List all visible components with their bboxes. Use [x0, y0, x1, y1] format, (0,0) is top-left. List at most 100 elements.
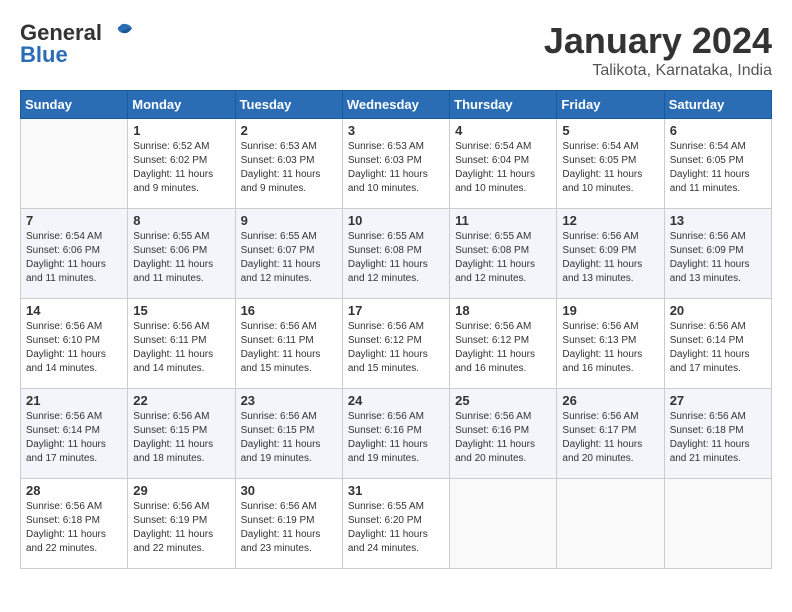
day-number: 20	[670, 303, 766, 318]
day-info: Sunrise: 6:55 AMSunset: 6:06 PMDaylight:…	[133, 230, 229, 286]
day-info: Sunrise: 6:56 AMSunset: 6:11 PMDaylight:…	[241, 320, 337, 376]
day-number: 1	[133, 123, 229, 138]
day-number: 3	[348, 123, 444, 138]
day-info: Sunrise: 6:55 AMSunset: 6:08 PMDaylight:…	[348, 230, 444, 286]
day-number: 13	[670, 213, 766, 228]
calendar-cell: 11Sunrise: 6:55 AMSunset: 6:08 PMDayligh…	[450, 209, 557, 299]
day-info: Sunrise: 6:54 AMSunset: 6:05 PMDaylight:…	[670, 140, 766, 196]
day-info: Sunrise: 6:56 AMSunset: 6:12 PMDaylight:…	[348, 320, 444, 376]
day-info: Sunrise: 6:54 AMSunset: 6:04 PMDaylight:…	[455, 140, 551, 196]
page-header: General Blue January 2024 Talikota, Karn…	[20, 20, 772, 80]
day-number: 12	[562, 213, 658, 228]
title-block: January 2024 Talikota, Karnataka, India	[544, 20, 772, 80]
calendar-cell: 29 Sunrise: 6:56 AMSunset: 6:19 PMDayligh…	[128, 479, 235, 569]
calendar-cell: 30 Sunrise: 6:56 AMSunset: 6:19 PMDayligh…	[235, 479, 342, 569]
month-title: January 2024	[544, 20, 772, 62]
day-info: Sunrise: 6:56 AMSunset: 6:15 PMDaylight:…	[133, 410, 229, 466]
calendar-week-row: 21 Sunrise: 6:56 AMSunset: 6:14 PMDayligh…	[21, 389, 772, 479]
day-info: Sunrise: 6:56 AMSunset: 6:18 PMDaylight:…	[670, 410, 766, 466]
calendar-cell: 25 Sunrise: 6:56 AMSunset: 6:16 PMDayligh…	[450, 389, 557, 479]
weekday-header: Sunday	[21, 91, 128, 119]
day-number: 28	[26, 483, 122, 498]
day-number: 25	[455, 393, 551, 408]
day-info: Sunrise: 6:56 AMSunset: 6:16 PMDaylight:…	[455, 410, 551, 466]
day-number: 2	[241, 123, 337, 138]
calendar-cell: 12 Sunrise: 6:56 AMSunset: 6:09 PMDayligh…	[557, 209, 664, 299]
location: Talikota, Karnataka, India	[544, 62, 772, 80]
calendar-cell: 8 Sunrise: 6:55 AMSunset: 6:06 PMDaylight…	[128, 209, 235, 299]
day-number: 16	[241, 303, 337, 318]
weekday-header: Tuesday	[235, 91, 342, 119]
weekday-header: Friday	[557, 91, 664, 119]
day-number: 11	[455, 213, 551, 228]
day-number: 9	[241, 213, 337, 228]
day-number: 26	[562, 393, 658, 408]
day-number: 4	[455, 123, 551, 138]
calendar-cell: 4 Sunrise: 6:54 AMSunset: 6:04 PMDaylight…	[450, 119, 557, 209]
calendar-cell: 28 Sunrise: 6:56 AMSunset: 6:18 PMDayligh…	[21, 479, 128, 569]
day-info: Sunrise: 6:55 AMSunset: 6:07 PMDaylight:…	[241, 230, 337, 286]
calendar-cell: 31 Sunrise: 6:55 AMSunset: 6:20 PMDayligh…	[342, 479, 449, 569]
calendar-cell: 15 Sunrise: 6:56 AMSunset: 6:11 PMDayligh…	[128, 299, 235, 389]
day-info: Sunrise: 6:56 AMSunset: 6:19 PMDaylight:…	[241, 500, 337, 556]
weekday-header: Saturday	[664, 91, 771, 119]
calendar-cell: 13 Sunrise: 6:56 AMSunset: 6:09 PMDayligh…	[664, 209, 771, 299]
day-number: 27	[670, 393, 766, 408]
calendar-table: SundayMondayTuesdayWednesdayThursdayFrid…	[20, 90, 772, 569]
day-info: Sunrise: 6:56 AMSunset: 6:12 PMDaylight:…	[455, 320, 551, 376]
logo: General Blue	[20, 20, 134, 68]
calendar-cell	[664, 479, 771, 569]
calendar-cell: 19 Sunrise: 6:56 AMSunset: 6:13 PMDayligh…	[557, 299, 664, 389]
calendar-week-row: 14Sunrise: 6:56 AMSunset: 6:10 PMDayligh…	[21, 299, 772, 389]
day-info: Sunrise: 6:56 AMSunset: 6:18 PMDaylight:…	[26, 500, 122, 556]
calendar-cell: 3 Sunrise: 6:53 AMSunset: 6:03 PMDaylight…	[342, 119, 449, 209]
day-number: 15	[133, 303, 229, 318]
day-info: Sunrise: 6:56 AMSunset: 6:09 PMDaylight:…	[670, 230, 766, 286]
calendar-cell: 6Sunrise: 6:54 AMSunset: 6:05 PMDaylight…	[664, 119, 771, 209]
day-number: 10	[348, 213, 444, 228]
day-info: Sunrise: 6:56 AMSunset: 6:10 PMDaylight:…	[26, 320, 122, 376]
day-number: 24	[348, 393, 444, 408]
calendar-week-row: 1Sunrise: 6:52 AMSunset: 6:02 PMDaylight…	[21, 119, 772, 209]
day-number: 7	[26, 213, 122, 228]
day-number: 23	[241, 393, 337, 408]
calendar-cell: 1Sunrise: 6:52 AMSunset: 6:02 PMDaylight…	[128, 119, 235, 209]
weekday-header: Thursday	[450, 91, 557, 119]
calendar-cell: 18 Sunrise: 6:56 AMSunset: 6:12 PMDayligh…	[450, 299, 557, 389]
day-info: Sunrise: 6:56 AMSunset: 6:19 PMDaylight:…	[133, 500, 229, 556]
weekday-header: Wednesday	[342, 91, 449, 119]
day-number: 18	[455, 303, 551, 318]
day-info: Sunrise: 6:56 AMSunset: 6:14 PMDaylight:…	[670, 320, 766, 376]
calendar-week-row: 7 Sunrise: 6:54 AMSunset: 6:06 PMDaylight…	[21, 209, 772, 299]
day-number: 17	[348, 303, 444, 318]
day-info: Sunrise: 6:53 AMSunset: 6:03 PMDaylight:…	[348, 140, 444, 196]
calendar-cell: 21 Sunrise: 6:56 AMSunset: 6:14 PMDayligh…	[21, 389, 128, 479]
calendar-cell	[557, 479, 664, 569]
calendar-cell: 24 Sunrise: 6:56 AMSunset: 6:16 PMDayligh…	[342, 389, 449, 479]
day-number: 8	[133, 213, 229, 228]
logo-blue: Blue	[20, 42, 68, 68]
day-number: 5	[562, 123, 658, 138]
day-info: Sunrise: 6:56 AMSunset: 6:11 PMDaylight:…	[133, 320, 229, 376]
calendar-cell: 17 Sunrise: 6:56 AMSunset: 6:12 PMDayligh…	[342, 299, 449, 389]
day-info: Sunrise: 6:56 AMSunset: 6:16 PMDaylight:…	[348, 410, 444, 466]
day-number: 29	[133, 483, 229, 498]
day-info: Sunrise: 6:56 AMSunset: 6:13 PMDaylight:…	[562, 320, 658, 376]
day-info: Sunrise: 6:55 AMSunset: 6:20 PMDaylight:…	[348, 500, 444, 556]
calendar-cell: 16 Sunrise: 6:56 AMSunset: 6:11 PMDayligh…	[235, 299, 342, 389]
day-info: Sunrise: 6:54 AMSunset: 6:06 PMDaylight:…	[26, 230, 122, 286]
calendar-cell: 26Sunrise: 6:56 AMSunset: 6:17 PMDayligh…	[557, 389, 664, 479]
calendar-week-row: 28 Sunrise: 6:56 AMSunset: 6:18 PMDayligh…	[21, 479, 772, 569]
day-info: Sunrise: 6:56 AMSunset: 6:09 PMDaylight:…	[562, 230, 658, 286]
calendar-cell: 20 Sunrise: 6:56 AMSunset: 6:14 PMDayligh…	[664, 299, 771, 389]
day-number: 31	[348, 483, 444, 498]
calendar-cell: 2 Sunrise: 6:53 AMSunset: 6:03 PMDaylight…	[235, 119, 342, 209]
day-info: Sunrise: 6:53 AMSunset: 6:03 PMDaylight:…	[241, 140, 337, 196]
day-number: 30	[241, 483, 337, 498]
calendar-cell: 23 Sunrise: 6:56 AMSunset: 6:15 PMDayligh…	[235, 389, 342, 479]
day-number: 19	[562, 303, 658, 318]
day-info: Sunrise: 6:56 AMSunset: 6:14 PMDaylight:…	[26, 410, 122, 466]
calendar-cell: 27 Sunrise: 6:56 AMSunset: 6:18 PMDayligh…	[664, 389, 771, 479]
day-info: Sunrise: 6:56 AMSunset: 6:15 PMDaylight:…	[241, 410, 337, 466]
day-number: 21	[26, 393, 122, 408]
